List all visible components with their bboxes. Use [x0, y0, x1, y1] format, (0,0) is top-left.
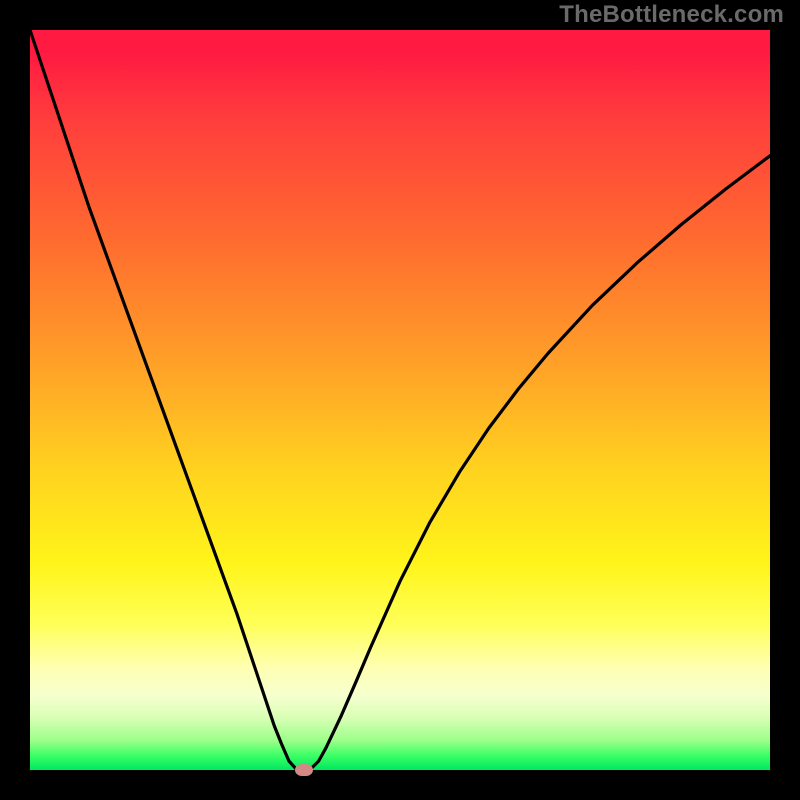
- chart-frame: TheBottleneck.com: [0, 0, 800, 800]
- plot-area: [30, 30, 770, 770]
- bottleneck-curve: [30, 30, 770, 770]
- curve-svg: [30, 30, 770, 770]
- optimum-marker: [295, 764, 313, 776]
- watermark-text: TheBottleneck.com: [559, 1, 784, 29]
